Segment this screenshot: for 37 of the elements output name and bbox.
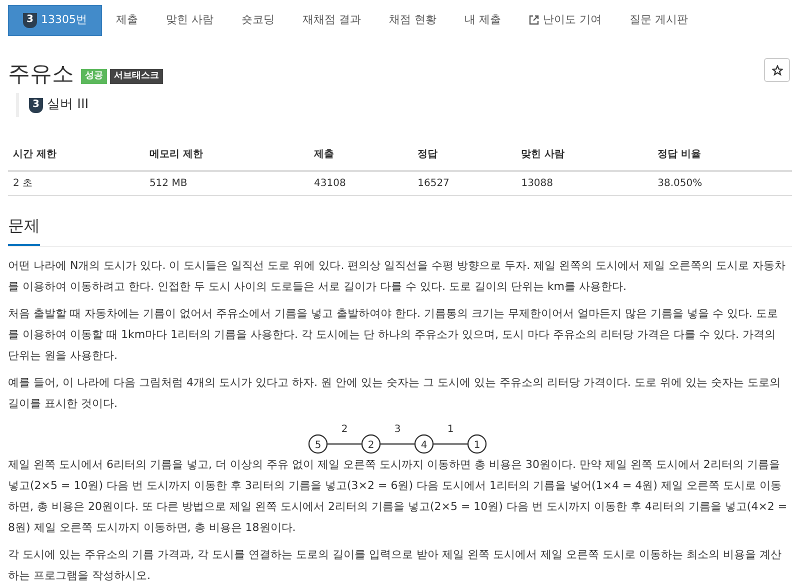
table-cell: 16527	[412, 171, 516, 195]
tab[interactable]: 질문 게시판	[616, 4, 702, 36]
column-header: 정답	[412, 139, 516, 171]
problem-paragraph: 어떤 나라에 N개의 도시가 있다. 이 도시들은 일직선 도로 위에 있다. 편의상 일직선을 수평 방향으로 두자. 제일 왼쪽의 도시에서 제일 오른쪽의 도시로 자동차를 이용하여 이동하려고 한다. 인접한 두 도시 사이의 도로들은 서로 길이가 다를 수 있다. 도로 길이의 단위는 km를 사용한다.	[8, 258, 787, 294]
graph-drawing: 2 3 1 5 2 4 1	[298, 420, 498, 454]
table-cell: 43108	[309, 171, 413, 195]
tab[interactable]: 제출	[102, 4, 152, 36]
tab[interactable]: 맞힌 사람	[152, 4, 228, 36]
problem-paragraph: 각 도시에 있는 주유소의 기름 가격과, 각 도시를 연결하는 도로의 길이를 입력으로 받아 제일 왼쪽 도시에서 제일 오른쪽 도시로 이동하는 최소의 비용을 계산하는 프로그램을 작성하시오.	[8, 546, 782, 584]
tab[interactable]: 숏코딩	[228, 4, 288, 36]
tab[interactable]: 내 제출	[450, 4, 515, 36]
table-cell: 512 MB	[144, 171, 310, 195]
tier-label: 실버 III	[47, 96, 89, 114]
problem-paragraph: 처음 출발할 때 자동차에는 기름이 없어서 주유소에서 기름을 넣고 출발하여야 한다. 기름통의 크기는 무제한이어서 얼마든지 많은 기름을 넣을 수 있다. 도로를 이용하여 이동할 때 1km마다 1리터의 기름을 사용한다. 각 도시에는 단 하나의 주유소가 있으며, 도시 마다 주유소의 리터당 가격은 다를 수 있다. 가격의 단위는 원을 사용한다.	[8, 306, 779, 364]
tab[interactable]: 3 13305번	[8, 4, 102, 36]
section-heading: 문제	[8, 214, 40, 246]
problem-paragraph: 제일 왼쪽 도시에서 6리터의 기름을 넣고, 더 이상의 주유 없이 제일 오른쪽 도시까지 이동하면 총 비용은 30원이다. 만약 제일 왼쪽 도시에서 2리터의 기름을 넣고(2×5 = 10원) 다음 번 도시까지 이동한 후 3리터의 기름을 넣고(3×2 = 6원) 다음 도시에서 1리터의 기름을 넣어(1×4 = 4원) 제일 오른쪽 도시로 이동하면, 총 비용은 20원이다. 또 다른 방법으로 제일 왼쪽 도시에서 2리터의 기름을 넣고(2×5 = 10원) 다음 번 도시까지 이동한 후 4리터의 기름을 넣고(4×2 = 8원) 제일 오른쪽 도시까지 이동하면, 총 비용은 18원이다.	[8, 456, 788, 536]
tab[interactable]: 채점 현황	[375, 4, 450, 36]
star-button[interactable]	[764, 58, 790, 82]
tab[interactable]: 난이도 기여	[515, 4, 616, 36]
column-header: 제출	[309, 139, 413, 171]
column-header: 맞힌 사람	[516, 139, 653, 171]
problem-title: 주유소	[8, 61, 74, 89]
problem-paragraph: 예를 들어, 이 나라에 다음 그림처럼 4개의 도시가 있다고 하자. 원 안에 있는 숫자는 그 도시에 있는 주유소의 리터당 가격이다. 도로 위에 있는 숫자는 도로의 길이를 표시한 것이다.	[8, 374, 782, 412]
table-cell: 2 초	[8, 171, 144, 195]
table-cell: 38.050%	[652, 171, 792, 195]
external-link-icon	[529, 15, 539, 25]
column-header: 시간 제한	[8, 139, 144, 171]
tab[interactable]: 재채점 결과	[288, 4, 375, 36]
status-label: 성공	[81, 68, 107, 84]
tier-icon: 3	[29, 98, 43, 112]
table-cell: 13088	[516, 171, 653, 195]
tier-icon: 3	[23, 12, 37, 28]
column-header: 정답 비율	[652, 139, 792, 171]
column-header: 메모리 제한	[144, 139, 310, 171]
status-label: 서브태스크	[110, 68, 163, 84]
star-icon	[772, 64, 782, 76]
